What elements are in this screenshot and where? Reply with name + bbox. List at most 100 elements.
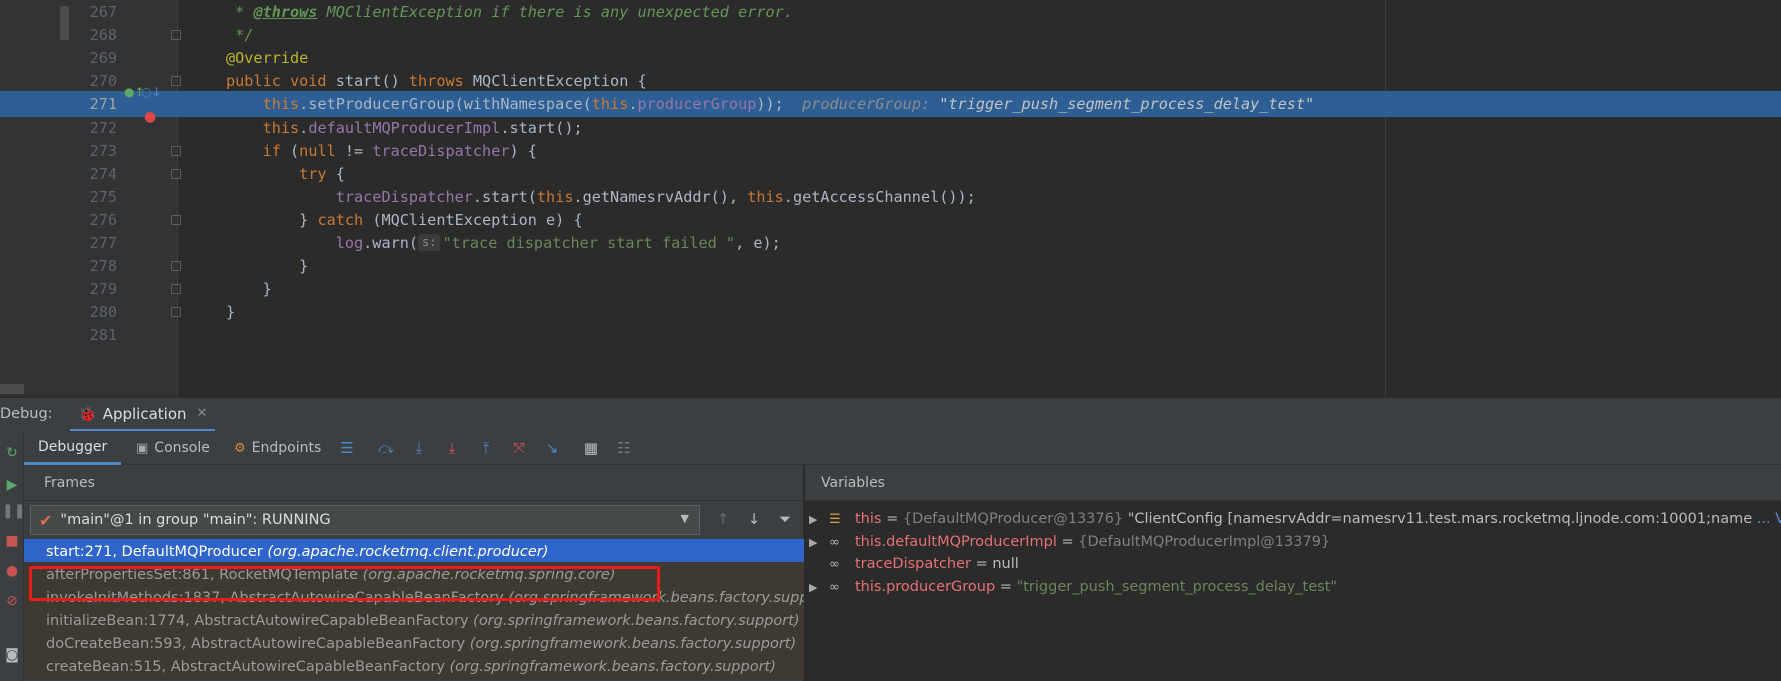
tab-debugger[interactable]: Debugger — [24, 431, 122, 465]
step-into-icon[interactable]: ⤓ — [441, 437, 463, 459]
previous-frame-icon[interactable]: ↑ — [712, 508, 734, 530]
code-line[interactable]: 271 this.setProducerGroup(withNamespace(… — [0, 91, 1781, 118]
tab-endpoints-label: Endpoints — [251, 440, 322, 456]
evaluate-expression-icon[interactable]: ▦ — [580, 437, 602, 459]
line-number: 277 — [89, 234, 117, 252]
code-token: null — [299, 141, 345, 160]
code-token: producerGroup: — [783, 95, 940, 114]
debug-side-toolbar: ↻ ▶ ❚❚ ■ ● ⊘ ◙ — [0, 431, 25, 681]
code-line[interactable]: 275 traceDispatcher.start(this.getNamesr… — [0, 184, 1781, 210]
fold-marker-icon[interactable] — [171, 284, 181, 295]
code-text: } catch (MQClientException e) { — [226, 207, 582, 233]
line-number: 268 — [89, 26, 117, 45]
expand-arrow-icon[interactable]: ▶ — [809, 575, 817, 600]
variable-type: {DefaultMQProducer@13376} — [902, 511, 1128, 527]
tab-console[interactable]: ▣ Console — [136, 431, 210, 465]
code-token: if — [226, 141, 291, 160]
drop-frame-icon[interactable]: ⤧ — [508, 437, 530, 459]
variable-name: this.producerGroup — [855, 578, 996, 595]
code-line[interactable]: 273 if (null != traceDispatcher) { — [0, 138, 1781, 164]
code-token: log — [226, 234, 364, 252]
fold-marker-icon[interactable] — [171, 168, 181, 179]
frame-method: initializeBean:1774, AbstractAutowireCap… — [46, 613, 474, 629]
code-line[interactable]: 270 public void start() throws MQClientEx… — [0, 68, 1781, 94]
layout-menu-icon[interactable]: ☰ — [336, 437, 358, 459]
code-line[interactable]: 268 */ — [0, 22, 1781, 48]
camera-icon[interactable]: ◙ — [2, 645, 22, 665]
resume-icon[interactable]: ▶ — [2, 475, 22, 495]
implemented-method-icon[interactable]: ○↓ — [141, 84, 162, 100]
variable-row[interactable]: ▶ ∞ this.producerGroup = "trigger_push_seg… — [805, 575, 1781, 600]
code-line[interactable]: 278 } — [0, 253, 1781, 279]
code-text: @Override — [226, 45, 308, 71]
next-frame-icon[interactable]: ↓ — [743, 508, 765, 530]
code-text: this.defaultMQProducerImpl.start(); — [226, 115, 583, 141]
fold-marker-icon[interactable] — [171, 307, 181, 318]
mute-breakpoints-icon[interactable]: ⊘ — [2, 591, 22, 611]
code-token: try — [226, 164, 336, 183]
code-token: start — [335, 72, 382, 91]
filter-icon[interactable]: ⏷ — [774, 508, 796, 530]
fold-marker-icon[interactable] — [171, 214, 181, 225]
code-text: if (null != traceDispatcher) { — [226, 138, 537, 164]
code-token: "trigger_push_segment_process_delay_test… — [939, 95, 1315, 114]
run-to-cursor-icon[interactable]: ↘ — [541, 437, 563, 459]
close-icon[interactable]: ✕ — [197, 406, 208, 421]
code-token: traceDispatcher — [372, 141, 510, 160]
session-tab-application[interactable]: 🐞 Application ✕ — [70, 398, 216, 432]
expand-arrow-icon[interactable]: ▶ — [809, 507, 817, 532]
code-line[interactable]: 276 } catch (MQClientException e) { — [0, 207, 1781, 233]
expand-arrow-icon[interactable]: ▶ — [809, 530, 817, 555]
code-editor[interactable]: 267 * @throws MQClientException if there… — [0, 0, 1781, 397]
line-number: 271 — [89, 95, 117, 114]
code-token: * — [226, 3, 254, 21]
code-line[interactable]: 280} — [0, 299, 1781, 325]
step-over-icon[interactable]: ⤓ — [408, 437, 430, 459]
frame-row[interactable]: createBean:515, AbstractAutowireCapableB… — [24, 654, 804, 680]
code-token: MQClientException — [317, 3, 483, 21]
frame-package: (org.springframework.beans.factory.suppo… — [469, 636, 797, 652]
variable-value: "trigger_push_segment_process_delay_test… — [1016, 578, 1338, 595]
code-text: log.warn(s: "trace dispatcher start faile… — [226, 230, 781, 256]
watch-glasses-icon: ∞ — [829, 534, 840, 550]
frames-panel: Frames ✔ "main"@1 in group "main": RUNNI… — [24, 465, 804, 681]
thread-dropdown[interactable]: ✔ "main"@1 in group "main": RUNNING ▼ — [30, 505, 700, 535]
code-line[interactable]: 274 try { — [0, 161, 1781, 187]
variable-value: "ClientConfig [namesrvAddr=namesrv11.tes… — [1127, 511, 1757, 527]
code-text: this.setProducerGroup(withNamespace(this… — [226, 91, 1315, 117]
stop-icon[interactable]: ■ — [2, 531, 22, 551]
breakpoint-icon[interactable]: ● — [144, 109, 156, 125]
fold-marker-icon[interactable] — [171, 261, 181, 272]
variable-row[interactable]: ∞ traceDispatcher = null — [805, 552, 1781, 577]
tab-endpoints[interactable]: ⚙ Endpoints — [234, 431, 321, 465]
variable-row[interactable]: ▶ ∞ this.defaultMQProducerImpl = {DefaultM… — [805, 530, 1781, 555]
code-line[interactable]: 277 log.warn(s: "trace dispatcher start f… — [0, 230, 1781, 256]
show-execution-point-icon[interactable]: ⤼ — [375, 437, 397, 459]
code-token: , e); — [735, 234, 781, 252]
pause-icon[interactable]: ❚❚ — [2, 501, 25, 521]
code-line[interactable]: 272 this.defaultMQProducerImpl.start(); — [0, 115, 1781, 141]
code-text: } — [226, 299, 235, 325]
step-out-icon[interactable]: ⤒ — [475, 437, 497, 459]
code-line[interactable]: 269 @Override — [0, 45, 1781, 71]
rerun-icon[interactable]: ↻ — [2, 443, 22, 463]
code-line[interactable]: 279 } — [0, 276, 1781, 302]
code-text: */ — [226, 22, 253, 48]
fold-marker-icon[interactable] — [171, 145, 181, 156]
variable-name: this.defaultMQProducerImpl — [855, 533, 1057, 550]
line-number: 276 — [89, 210, 117, 229]
code-token: this — [226, 95, 300, 114]
fold-marker-icon[interactable] — [171, 30, 181, 41]
watch-glasses-icon: ∞ — [829, 579, 840, 595]
code-token: @throws — [253, 3, 318, 21]
field-list-icon: ☰ — [829, 512, 841, 527]
variable-row[interactable]: ▶ ☰ this = {DefaultMQProducer@13376} "Clie… — [805, 507, 1781, 532]
thread-dropdown-value: "main"@1 in group "main": RUNNING — [60, 512, 331, 528]
line-number: 274 — [89, 164, 117, 183]
trace-icon[interactable]: ☷ — [613, 437, 635, 459]
frame-method: doCreateBean:593, AbstractAutowireCapabl… — [46, 636, 470, 652]
fold-marker-icon[interactable] — [171, 76, 181, 87]
view-breakpoints-icon[interactable]: ● — [2, 561, 22, 581]
code-line[interactable]: 281 — [0, 322, 1781, 348]
view-link[interactable]: ... View — [1757, 511, 1781, 527]
